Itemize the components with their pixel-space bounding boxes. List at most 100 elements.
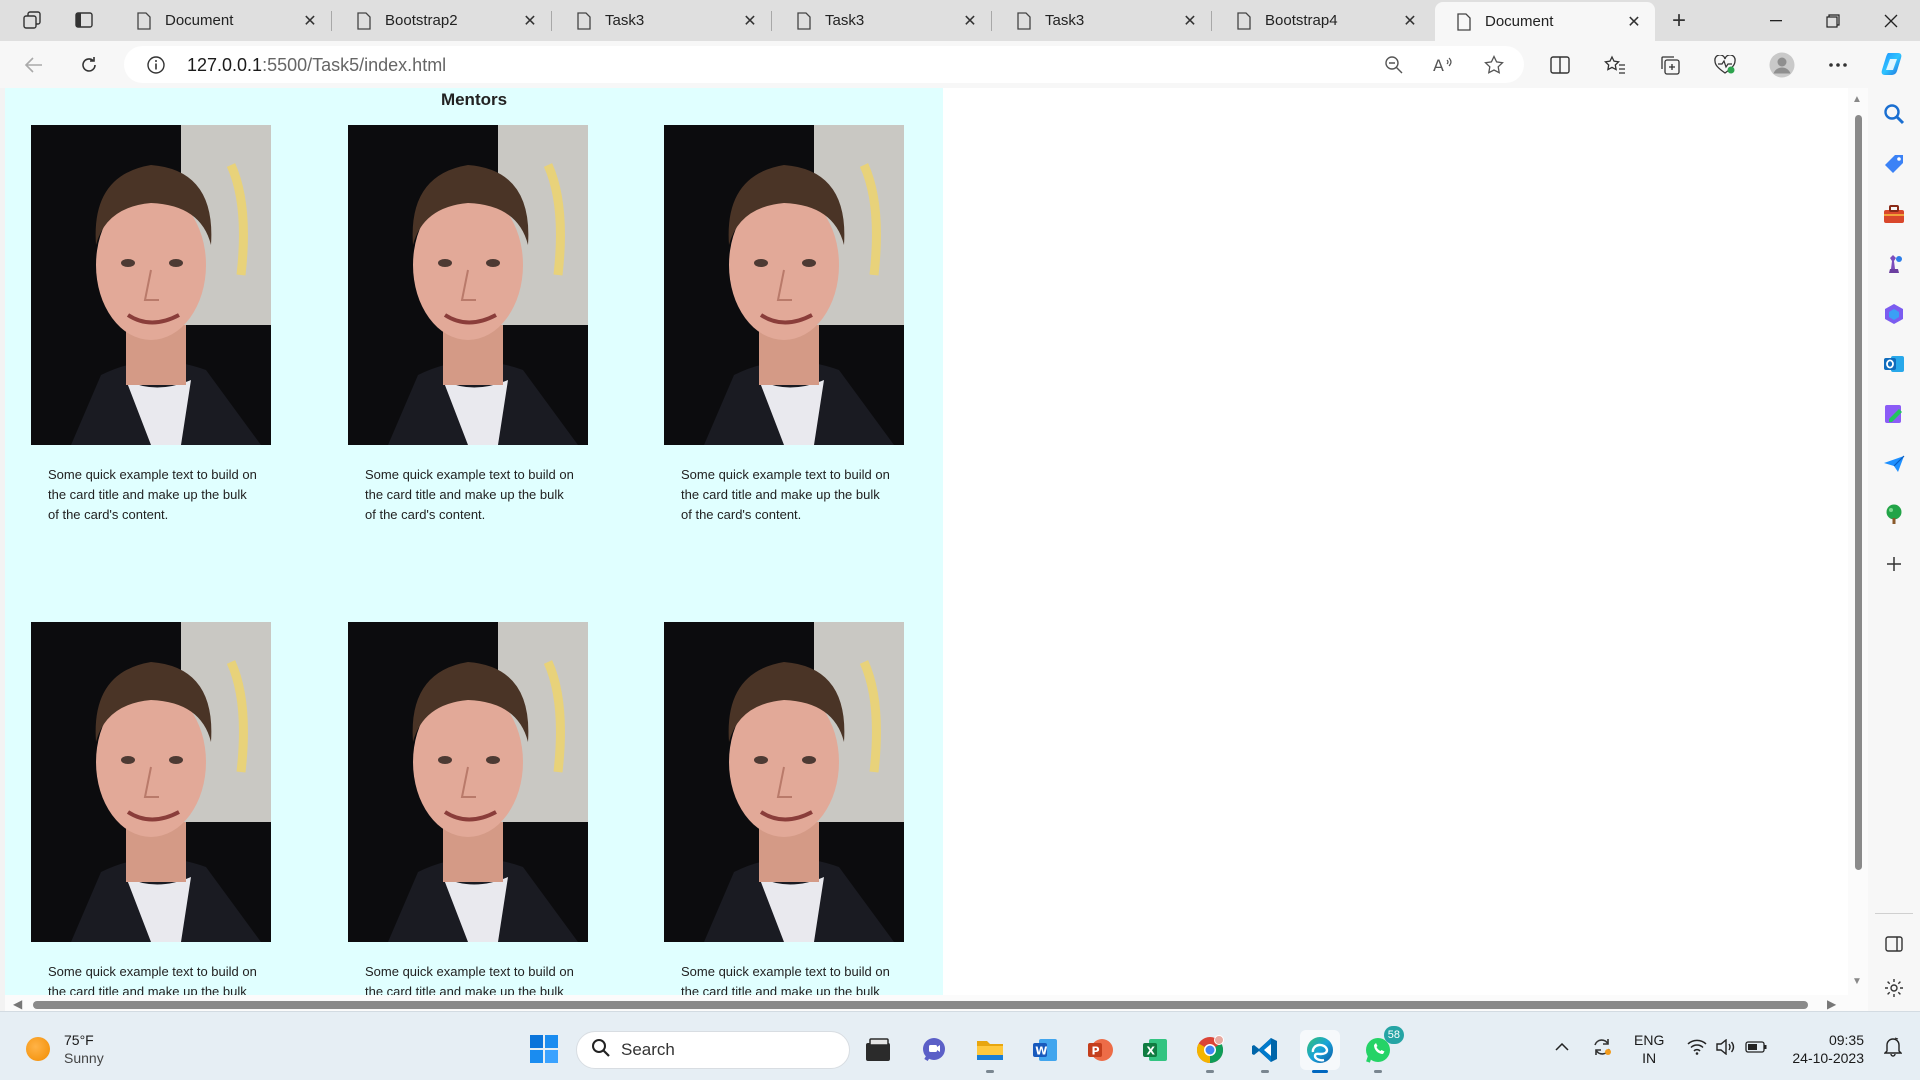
workspaces-icon[interactable] bbox=[16, 6, 48, 34]
scroll-up-arrow-icon[interactable]: ▲ bbox=[1852, 94, 1862, 105]
taskbar-search[interactable]: Search bbox=[576, 1031, 850, 1069]
word-icon[interactable]: W bbox=[1025, 1030, 1065, 1070]
settings-gear-icon[interactable] bbox=[1878, 972, 1910, 1004]
split-screen-icon[interactable] bbox=[1544, 49, 1576, 81]
toolbox-icon[interactable] bbox=[1878, 198, 1910, 230]
mentor-card: Some quick example text to build on the … bbox=[664, 125, 904, 522]
new-tab-button[interactable]: + bbox=[1664, 7, 1694, 35]
close-icon[interactable]: ✕ bbox=[299, 10, 321, 32]
scroll-down-arrow-icon[interactable]: ▼ bbox=[1852, 976, 1862, 987]
tab-bootstrap2[interactable]: Bootstrap2 ✕ bbox=[335, 0, 552, 41]
tab-document-1[interactable]: Document ✕ bbox=[115, 0, 332, 41]
outlook-icon[interactable] bbox=[1878, 348, 1910, 380]
notification-badge: 58 bbox=[1383, 1026, 1404, 1044]
vertical-scrollbar[interactable]: ▲ ▼ bbox=[1848, 88, 1868, 1011]
battery-icon[interactable] bbox=[1742, 1012, 1770, 1080]
tab-task3-1[interactable]: Task3 ✕ bbox=[555, 0, 772, 41]
scroll-left-arrow-icon[interactable]: ◀ bbox=[13, 997, 22, 1011]
url-host: 127.0.0.1 bbox=[187, 55, 263, 75]
close-window-button[interactable] bbox=[1866, 0, 1916, 41]
hide-sidebar-icon[interactable] bbox=[1878, 928, 1910, 960]
close-icon[interactable]: ✕ bbox=[739, 10, 761, 32]
browser-essentials-icon[interactable] bbox=[1709, 49, 1741, 81]
tab-actions-icon[interactable] bbox=[68, 6, 100, 34]
show-hidden-icons-chevron-icon[interactable] bbox=[1550, 1012, 1574, 1080]
powerpoint-icon[interactable]: P bbox=[1080, 1030, 1120, 1070]
read-aloud-icon[interactable]: A bbox=[1432, 53, 1456, 77]
minimize-button[interactable] bbox=[1751, 0, 1801, 41]
refresh-icon[interactable] bbox=[73, 49, 105, 81]
sun-icon bbox=[26, 1037, 50, 1061]
restore-button[interactable] bbox=[1808, 0, 1858, 41]
tab-task3-2[interactable]: Task3 ✕ bbox=[775, 0, 992, 41]
clock-time: 09:35 bbox=[1828, 1032, 1864, 1048]
close-icon[interactable]: ✕ bbox=[1399, 10, 1421, 32]
address-bar[interactable]: 127.0.0.1:5500/Task5/index.html A bbox=[124, 46, 1524, 83]
sync-icon[interactable] bbox=[1588, 1012, 1616, 1080]
vertical-scroll-thumb[interactable] bbox=[1855, 115, 1862, 870]
file-manager-icon[interactable] bbox=[858, 1030, 898, 1070]
search-label: Search bbox=[621, 1040, 675, 1059]
url-text[interactable]: 127.0.0.1:5500/Task5/index.html bbox=[187, 55, 446, 76]
favorite-star-icon[interactable] bbox=[1482, 53, 1506, 77]
wifi-icon[interactable] bbox=[1684, 1012, 1710, 1080]
weather-condition: Sunny bbox=[64, 1050, 104, 1066]
vscode-icon[interactable] bbox=[1245, 1030, 1285, 1073]
add-icon[interactable] bbox=[1878, 548, 1910, 580]
profile-avatar[interactable] bbox=[1766, 49, 1798, 81]
close-icon[interactable]: ✕ bbox=[1623, 11, 1645, 33]
page-icon bbox=[1457, 12, 1471, 31]
more-options-icon[interactable] bbox=[1822, 49, 1854, 81]
copilot-icon[interactable] bbox=[1876, 47, 1910, 81]
mentor-photo bbox=[348, 125, 588, 445]
page-viewport: Mentors Some quick example text to build… bbox=[5, 88, 1868, 1011]
weather-temperature: 75°F bbox=[64, 1032, 94, 1048]
tab-document-active[interactable]: Document ✕ bbox=[1435, 2, 1655, 41]
designer-icon[interactable] bbox=[1878, 398, 1910, 430]
windows-start-icon[interactable] bbox=[529, 1034, 559, 1064]
search-icon bbox=[591, 1038, 611, 1063]
edge-icon[interactable] bbox=[1300, 1030, 1340, 1073]
weather-widget[interactable]: 75°F Sunny bbox=[26, 1031, 104, 1067]
tab-title: Task3 bbox=[825, 12, 865, 29]
excel-icon[interactable]: X bbox=[1135, 1030, 1175, 1070]
collections-icon[interactable] bbox=[1654, 49, 1686, 81]
tree-icon[interactable] bbox=[1878, 498, 1910, 530]
card-text: Some quick example text to build on the … bbox=[48, 467, 257, 522]
close-icon[interactable]: ✕ bbox=[519, 10, 541, 32]
mentors-section: Mentors Some quick example text to build… bbox=[5, 88, 943, 1011]
close-icon[interactable]: ✕ bbox=[959, 10, 981, 32]
mentor-photo bbox=[31, 622, 271, 942]
scroll-right-arrow-icon[interactable]: ▶ bbox=[1827, 997, 1836, 1011]
system-clock[interactable]: 09:35 24-10-2023 bbox=[1784, 1031, 1864, 1067]
search-icon[interactable] bbox=[1878, 98, 1910, 130]
close-icon[interactable]: ✕ bbox=[1179, 10, 1201, 32]
chess-icon[interactable] bbox=[1878, 248, 1910, 280]
region-code: IN bbox=[1642, 1050, 1657, 1066]
card-text: Some quick example text to build on the … bbox=[365, 467, 574, 522]
shopping-tag-icon[interactable] bbox=[1878, 148, 1910, 180]
tab-task3-3[interactable]: Task3 ✕ bbox=[995, 0, 1212, 41]
tab-title: Document bbox=[165, 12, 234, 29]
favorites-icon[interactable] bbox=[1599, 49, 1631, 81]
input-language[interactable]: ENG IN bbox=[1634, 1031, 1664, 1067]
url-path: :5500/Task5/index.html bbox=[262, 55, 447, 75]
file-explorer-icon[interactable] bbox=[970, 1030, 1010, 1073]
microsoft365-icon[interactable] bbox=[1878, 298, 1910, 330]
site-info-icon[interactable] bbox=[146, 55, 166, 80]
zoom-out-icon[interactable] bbox=[1382, 53, 1406, 77]
whatsapp-icon[interactable]: 58 bbox=[1358, 1026, 1404, 1073]
page-title: Mentors bbox=[440, 90, 508, 109]
tab-bootstrap4[interactable]: Bootstrap4 ✕ bbox=[1215, 0, 1431, 41]
notification-bell-icon[interactable] bbox=[1878, 1012, 1908, 1080]
teams-chat-icon[interactable] bbox=[914, 1030, 954, 1070]
volume-icon[interactable] bbox=[1713, 1012, 1739, 1080]
page-icon bbox=[577, 11, 591, 30]
back-icon[interactable] bbox=[18, 49, 50, 81]
send-icon[interactable] bbox=[1878, 448, 1910, 480]
chrome-icon[interactable] bbox=[1190, 1030, 1230, 1073]
svg-text:A: A bbox=[1433, 56, 1444, 74]
svg-text:X: X bbox=[1147, 1045, 1156, 1058]
svg-text:W: W bbox=[1035, 1045, 1047, 1058]
horizontal-scroll-thumb[interactable] bbox=[33, 1001, 1808, 1009]
